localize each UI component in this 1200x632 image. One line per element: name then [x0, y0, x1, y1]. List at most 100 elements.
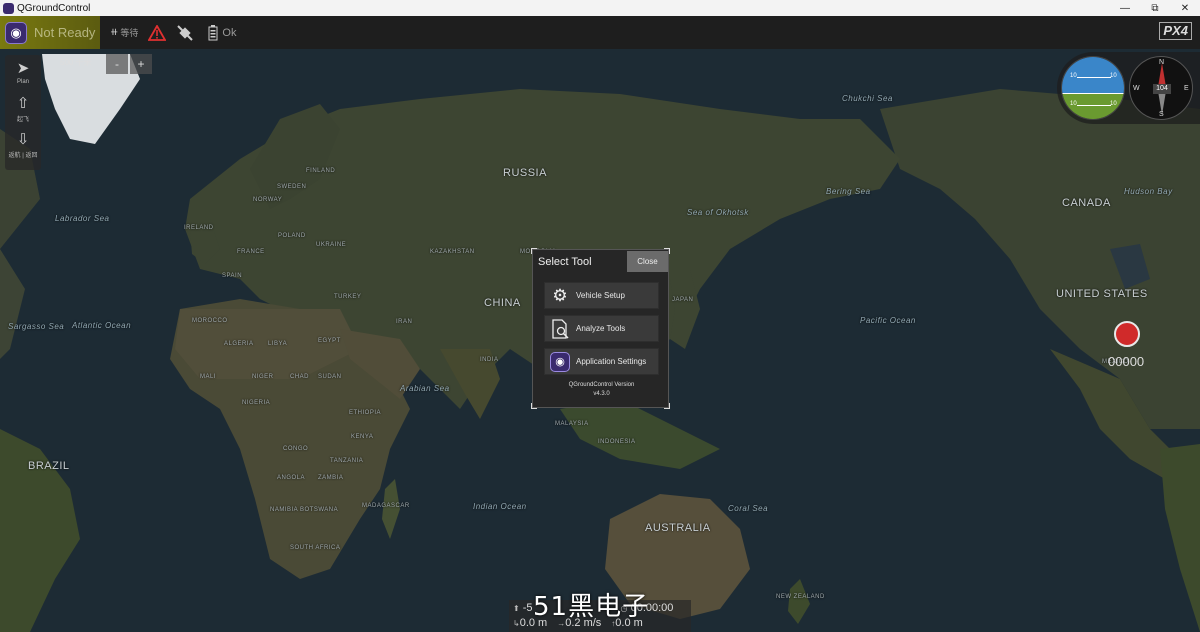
gps-off-icon	[177, 24, 194, 41]
map-label-namibia: NAMIBIA	[270, 507, 299, 513]
main-toolbar: ◉ Not Ready ⧺ 等待 Ok PX4	[0, 16, 1200, 49]
close-window-button[interactable]: ✕	[1170, 0, 1200, 16]
vehicle-status[interactable]: ◉ Not Ready	[0, 16, 100, 49]
record-time: 00000	[1108, 354, 1145, 369]
compass: N E S W 104	[1129, 56, 1193, 120]
qgc-logo-icon[interactable]: ◉	[5, 21, 27, 44]
signal-indicator[interactable]: ⧺ 等待	[110, 26, 138, 39]
tool-takeoff[interactable]: ⇧ 起飞	[5, 91, 41, 127]
map-label-nigeria: NIGERIA	[242, 400, 271, 406]
map-label-coral: Coral Sea	[728, 504, 769, 513]
map-label-iran: IRAN	[396, 319, 413, 325]
takeoff-icon: ⇧	[16, 94, 30, 112]
map-label-indian: Indian Ocean	[473, 502, 527, 511]
analyze-icon	[548, 318, 572, 340]
close-button[interactable]: Close	[627, 251, 668, 272]
app-icon	[3, 2, 14, 14]
map-label-mali: MALI	[200, 374, 217, 380]
map-label-algeria: ALGERIA	[224, 341, 254, 347]
heading-readout: 104	[1153, 84, 1171, 94]
maximize-button[interactable]: ⧉	[1140, 0, 1170, 16]
tool-plan[interactable]: ➤ Plan	[5, 55, 41, 91]
warning-indicator[interactable]	[148, 24, 167, 41]
tool-return[interactable]: ⇩ 返航 | 返回	[5, 127, 41, 163]
map-label-congo: CONGO	[283, 446, 309, 452]
map-label-ireland: IRELAND	[184, 225, 214, 231]
px4-logo: PX4	[1159, 22, 1192, 40]
map-label-madagascar: MADAGASCAR	[362, 503, 410, 509]
vehicle-status-text: Not Ready	[34, 25, 96, 40]
zoom-controls: - +	[106, 54, 152, 74]
window-titlebar: QGroundControl — ⧉ ✕	[0, 0, 1200, 16]
map-label-sweden: SWEDEN	[277, 184, 307, 190]
map-label-india: INDIA	[480, 357, 499, 363]
altitude-readout: ⬆ -5	[513, 602, 533, 614]
altitude-value: -5	[522, 602, 533, 614]
altitude-icon: ⬆	[513, 604, 520, 613]
map-label-niger: NIGER	[252, 374, 274, 380]
map-label-spain: SPAIN	[222, 273, 243, 279]
map-label-france: FRANCE	[237, 249, 265, 255]
map-label-angola: ANGOLA	[277, 475, 306, 481]
map-label-morocco: MOROCCO	[192, 318, 228, 324]
minimize-button[interactable]: —	[1110, 0, 1140, 16]
pitch-label: 10	[1110, 101, 1117, 107]
map-label-okhotsk: Sea of Okhotsk	[687, 208, 749, 217]
battery-indicator[interactable]: Ok	[208, 24, 237, 41]
window-title: QGroundControl	[17, 2, 91, 14]
zoom-in-button[interactable]: +	[130, 54, 152, 74]
version-title: QGroundControl Version	[568, 382, 635, 388]
record-button[interactable]	[1114, 321, 1140, 347]
map-label-zambia: ZAMBIA	[318, 475, 344, 481]
map-label-new-zealand: NEW ZEALAND	[776, 594, 825, 600]
map-label-kenya: KENYA	[351, 434, 374, 440]
gears-icon: ⚙	[552, 285, 568, 305]
map-label-sargasso: Sargasso Sea	[8, 322, 65, 331]
map-label-chukchi: Chukchi Sea	[842, 94, 893, 103]
map-label-malaysia: MALAYSIA	[555, 421, 589, 427]
map-label-hudson: Hudson Bay	[1124, 187, 1173, 196]
warning-icon	[148, 24, 167, 41]
plan-icon: ➤	[16, 60, 30, 77]
application-settings-label: Application Settings	[576, 357, 647, 366]
tool-strip: ➤ Plan ⇧ 起飞 ⇩ 返航 | 返回	[5, 55, 41, 170]
map-label-tanzania: TANZANIA	[330, 458, 364, 464]
pitch-label: 10	[1110, 73, 1117, 79]
compass-east: E	[1184, 85, 1189, 92]
gps-indicator[interactable]	[176, 24, 194, 42]
qgc-logo-icon: ◉	[550, 351, 570, 372]
distance-icon: ↳	[513, 619, 520, 628]
map-label-canada: CANADA	[1062, 197, 1111, 209]
minimize-icon: —	[1120, 2, 1130, 14]
map-label-ukraine: UKRAINE	[316, 242, 347, 248]
tool-plan-label: Plan	[16, 79, 29, 85]
battery-icon	[208, 24, 218, 40]
vehicle-setup-label: Vehicle Setup	[576, 291, 625, 300]
analyze-tools-button[interactable]: Analyze Tools	[544, 315, 659, 342]
map-label-united-states: UNITED STATES	[1056, 288, 1148, 300]
version-info: QGroundControl Version v4.3.0	[533, 381, 670, 399]
map-label-finland: FINLAND	[306, 168, 336, 174]
map-label-labrador: Labrador Sea	[55, 214, 110, 223]
map-label-arabian: Arabian Sea	[400, 384, 450, 393]
compass-west: W	[1133, 85, 1140, 92]
select-tool-dialog: Select Tool Close ⚙ Vehicle Setup Analyz…	[531, 248, 670, 409]
vehicle-setup-button[interactable]: ⚙ Vehicle Setup	[544, 282, 659, 309]
map-label-australia: AUSTRALIA	[645, 522, 711, 534]
zoom-out-button[interactable]: -	[106, 54, 128, 74]
dialog-title: Select Tool	[538, 256, 592, 268]
battery-status: Ok	[222, 26, 237, 39]
signal-icon: ⧺	[110, 27, 119, 38]
tool-takeoff-label: 起飞	[16, 116, 29, 123]
map-scale-text: 500 千米	[60, 57, 92, 67]
map-scale: 500 千米	[60, 52, 98, 72]
analyze-tools-label: Analyze Tools	[576, 324, 626, 333]
map-label-russia: RUSSIA	[503, 167, 547, 179]
map-label-kazakhstan: KAZAKHSTAN	[430, 249, 475, 255]
map-label-chad: CHAD	[290, 374, 310, 380]
map-label-poland: POLAND	[278, 233, 306, 239]
application-settings-button[interactable]: ◉ Application Settings	[544, 348, 659, 375]
pitch-label: 10	[1070, 101, 1077, 107]
map-label-egypt: EGYPT	[318, 338, 341, 344]
map-label-bering: Bering Sea	[826, 187, 871, 196]
